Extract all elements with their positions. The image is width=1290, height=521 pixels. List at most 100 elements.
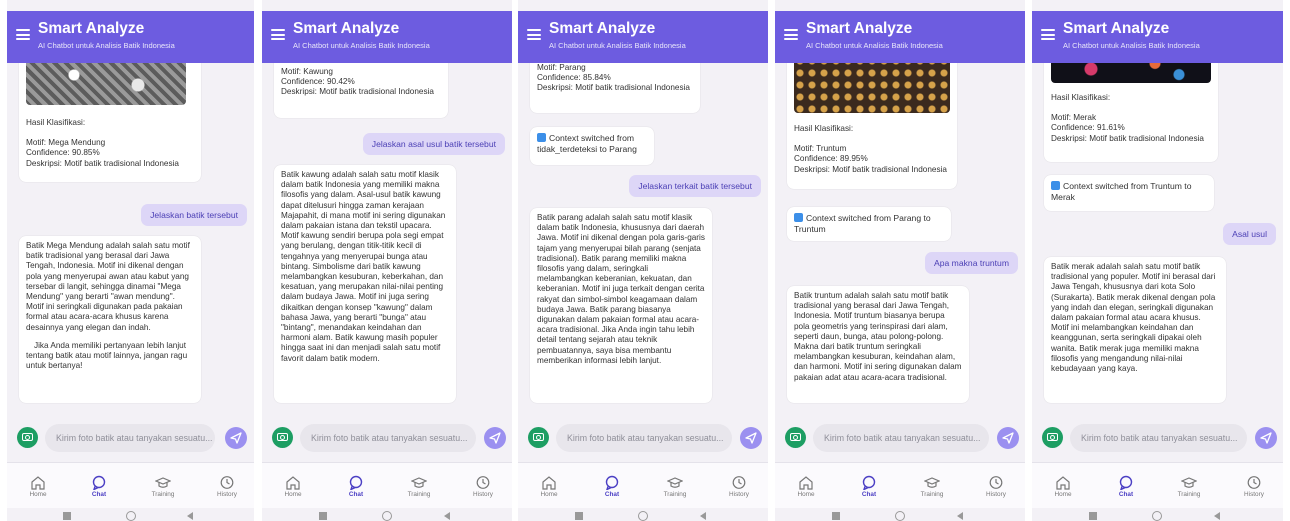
back-icon[interactable] bbox=[1214, 512, 1220, 520]
recents-icon[interactable] bbox=[63, 512, 71, 520]
menu-icon[interactable] bbox=[527, 29, 541, 40]
nav-chat-label: Chat bbox=[348, 491, 364, 498]
nav-history-label: History bbox=[1244, 491, 1264, 498]
bottom-navigation: Home Chat Training History bbox=[1032, 462, 1283, 508]
nav-history[interactable]: History bbox=[1234, 475, 1274, 498]
app-title: Smart Analyze bbox=[806, 20, 913, 37]
chat-area[interactable]: Hasil Klasifikasi: Motif: Mega Mendung C… bbox=[7, 63, 254, 410]
nav-history[interactable]: History bbox=[719, 475, 759, 498]
nav-chat-label: Chat bbox=[1118, 491, 1134, 498]
phone-screen-mega-mendung: Smart Analyze AI Chatbot untuk Analisis … bbox=[7, 0, 254, 521]
back-icon[interactable] bbox=[187, 512, 193, 520]
nav-training[interactable]: Training bbox=[399, 475, 439, 498]
recents-icon[interactable] bbox=[832, 512, 840, 520]
nav-training[interactable]: Training bbox=[1169, 475, 1209, 498]
message-input[interactable]: Kirim foto batik atau tanyakan sesuatu..… bbox=[300, 424, 476, 452]
history-icon bbox=[476, 476, 490, 489]
bot-reply-bubble: Batik merak adalah salah satu motif bati… bbox=[1044, 257, 1226, 403]
nav-home-label: Home bbox=[1054, 491, 1072, 498]
send-icon bbox=[745, 432, 757, 444]
back-icon[interactable] bbox=[700, 512, 706, 520]
bottom-navigation: Home Chat Training History bbox=[518, 462, 768, 508]
system-navigation-bar bbox=[775, 508, 1025, 521]
home-circle-icon[interactable] bbox=[895, 511, 905, 521]
menu-icon[interactable] bbox=[1041, 29, 1055, 40]
camera-icon[interactable] bbox=[1042, 427, 1063, 448]
chat-area[interactable]: Motif: Kawung Confidence: 90.42% Deskrip… bbox=[262, 63, 512, 410]
training-icon bbox=[411, 477, 427, 488]
result-description: Deskripsi: Motif batik tradisional Indon… bbox=[1051, 133, 1204, 143]
app-bar: Smart Analyze AI Chatbot untuk Analisis … bbox=[775, 11, 1025, 63]
nav-history[interactable]: History bbox=[207, 475, 247, 498]
nav-chat[interactable]: Chat bbox=[336, 475, 376, 498]
nav-home-label: Home bbox=[797, 491, 815, 498]
app-bar: Smart Analyze AI Chatbot untuk Analisis … bbox=[1032, 11, 1283, 63]
recents-icon[interactable] bbox=[575, 512, 583, 520]
system-navigation-bar bbox=[518, 508, 768, 521]
context-switch-icon bbox=[537, 133, 546, 142]
nav-training[interactable]: Training bbox=[912, 475, 952, 498]
recents-icon[interactable] bbox=[1089, 512, 1097, 520]
camera-icon[interactable] bbox=[528, 427, 549, 448]
app-subtitle: AI Chatbot untuk Analisis Batik Indonesi… bbox=[1063, 41, 1200, 50]
nav-home[interactable]: Home bbox=[786, 475, 826, 498]
home-circle-icon[interactable] bbox=[638, 511, 648, 521]
nav-chat[interactable]: Chat bbox=[592, 475, 632, 498]
menu-icon[interactable] bbox=[784, 29, 798, 40]
back-icon[interactable] bbox=[444, 512, 450, 520]
app-bar: Smart Analyze AI Chatbot untuk Analisis … bbox=[518, 11, 768, 63]
message-input[interactable]: Kirim foto batik atau tanyakan sesuatu..… bbox=[556, 424, 732, 452]
context-switch-icon bbox=[1051, 181, 1060, 190]
context-switch-notice: Context switched from Truntum to Merak bbox=[1044, 175, 1214, 211]
nav-chat[interactable]: Chat bbox=[849, 475, 889, 498]
nav-chat-label: Chat bbox=[604, 491, 620, 498]
nav-home[interactable]: Home bbox=[273, 475, 313, 498]
nav-training[interactable]: Training bbox=[143, 475, 183, 498]
home-circle-icon[interactable] bbox=[382, 511, 392, 521]
message-input[interactable]: Kirim foto batik atau tanyakan sesuatu..… bbox=[45, 424, 215, 452]
message-input[interactable]: Kirim foto batik atau tanyakan sesuatu..… bbox=[1070, 424, 1247, 452]
classification-result-bubble: Motif: Parang Confidence: 85.84% Deskrip… bbox=[530, 63, 700, 113]
training-icon bbox=[155, 477, 171, 488]
camera-icon[interactable] bbox=[785, 427, 806, 448]
nav-chat[interactable]: Chat bbox=[79, 475, 119, 498]
nav-home[interactable]: Home bbox=[1043, 475, 1083, 498]
send-button[interactable] bbox=[997, 427, 1019, 449]
nav-training[interactable]: Training bbox=[655, 475, 695, 498]
result-confidence: Confidence: 89.95% bbox=[794, 154, 868, 164]
send-button[interactable] bbox=[484, 427, 506, 449]
send-button[interactable] bbox=[225, 427, 247, 449]
menu-icon[interactable] bbox=[16, 29, 30, 40]
nav-history-label: History bbox=[217, 491, 237, 498]
result-motif: Motif: Mega Mendung bbox=[26, 138, 106, 148]
system-navigation-bar bbox=[262, 508, 512, 521]
result-heading: Hasil Klasifikasi: bbox=[26, 118, 86, 127]
nav-history[interactable]: History bbox=[976, 475, 1016, 498]
chat-area[interactable]: Hasil Klasifikasi: Motif: Merak Confiden… bbox=[1032, 63, 1283, 410]
bottom-navigation: Home Chat Training History bbox=[775, 462, 1025, 508]
recents-icon[interactable] bbox=[319, 512, 327, 520]
chat-icon bbox=[1119, 475, 1133, 490]
camera-icon[interactable] bbox=[17, 427, 38, 448]
back-icon[interactable] bbox=[957, 512, 963, 520]
home-icon bbox=[542, 476, 556, 490]
nav-home[interactable]: Home bbox=[18, 475, 58, 498]
home-circle-icon[interactable] bbox=[126, 511, 136, 521]
message-input[interactable]: Kirim foto batik atau tanyakan sesuatu..… bbox=[813, 424, 989, 452]
nav-training-label: Training bbox=[151, 491, 175, 498]
nav-history[interactable]: History bbox=[463, 475, 503, 498]
batik-photo bbox=[26, 63, 186, 105]
chat-area[interactable]: Hasil Klasifikasi: Motif: Truntum Confid… bbox=[775, 63, 1025, 410]
menu-icon[interactable] bbox=[271, 29, 285, 40]
send-button[interactable] bbox=[740, 427, 762, 449]
nav-home-label: Home bbox=[284, 491, 302, 498]
bot-reply-bubble: Batik truntum adalah salah satu motif ba… bbox=[787, 286, 969, 403]
nav-home[interactable]: Home bbox=[529, 475, 569, 498]
camera-icon[interactable] bbox=[272, 427, 293, 448]
home-circle-icon[interactable] bbox=[1152, 511, 1162, 521]
nav-chat[interactable]: Chat bbox=[1106, 475, 1146, 498]
send-button[interactable] bbox=[1255, 427, 1277, 449]
send-icon bbox=[1002, 432, 1014, 444]
phone-screen-truntum: Smart Analyze AI Chatbot untuk Analisis … bbox=[775, 0, 1025, 521]
chat-area[interactable]: Motif: Parang Confidence: 85.84% Deskrip… bbox=[518, 63, 768, 410]
